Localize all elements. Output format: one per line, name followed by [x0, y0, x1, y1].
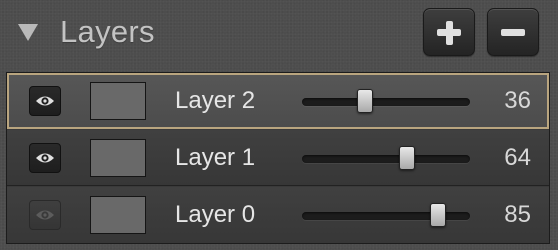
visibility-toggle[interactable] — [29, 86, 61, 116]
eye-icon — [36, 153, 54, 163]
layer-thumbnail — [90, 196, 146, 234]
layer-row[interactable]: Layer 0 85 — [7, 187, 549, 243]
eye-icon — [36, 210, 54, 220]
layer-thumbnail — [90, 139, 146, 177]
panel-title: Layers — [60, 14, 155, 49]
opacity-value: 36 — [504, 87, 531, 114]
layer-thumbnail — [90, 82, 146, 120]
minus-icon — [488, 9, 538, 55]
layer-name: Layer 0 — [175, 201, 256, 228]
opacity-slider-track[interactable] — [302, 98, 470, 106]
opacity-slider-handle[interactable] — [398, 146, 415, 170]
visibility-toggle[interactable] — [29, 200, 61, 230]
layer-row[interactable]: Layer 2 36 — [7, 73, 549, 129]
opacity-slider-track[interactable] — [302, 155, 470, 163]
layer-name: Layer 1 — [175, 144, 256, 171]
layer-name: Layer 2 — [175, 87, 256, 114]
opacity-slider-handle[interactable] — [429, 203, 446, 227]
opacity-value: 64 — [504, 144, 531, 171]
opacity-value: 85 — [504, 201, 531, 228]
remove-layer-button[interactable] — [487, 8, 539, 56]
layers-panel-header: Layers — [0, 0, 558, 68]
eye-icon — [36, 96, 54, 106]
layer-list: Layer 2 36 Layer 1 64 Layer 0 85 — [6, 72, 550, 244]
layer-row[interactable]: Layer 1 64 — [7, 130, 549, 186]
plus-icon — [424, 9, 474, 55]
collapse-triangle-icon[interactable] — [18, 24, 38, 41]
add-layer-button[interactable] — [423, 8, 475, 56]
visibility-toggle[interactable] — [29, 143, 61, 173]
opacity-slider-handle[interactable] — [357, 89, 374, 113]
